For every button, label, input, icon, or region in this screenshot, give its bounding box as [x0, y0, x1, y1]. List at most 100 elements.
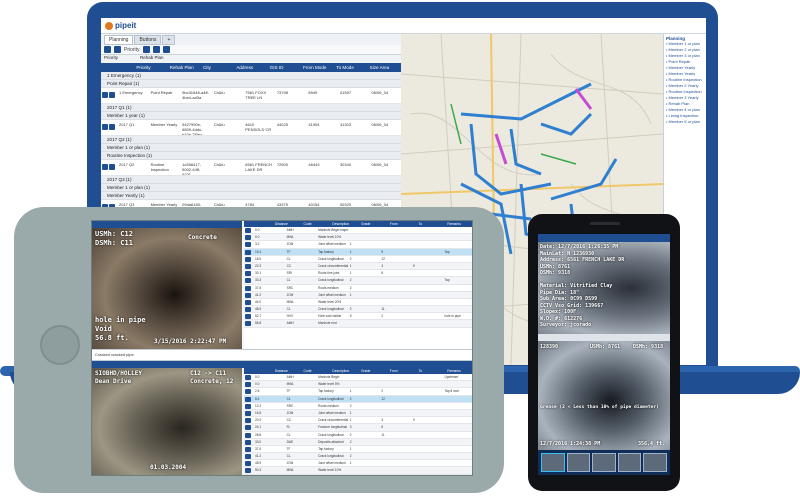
snapshot-icon[interactable]: [245, 410, 251, 416]
grid-column-header[interactable]: Rehab Plan: [168, 63, 201, 72]
grid-group-row[interactable]: Member 1 or plan (1): [101, 144, 401, 152]
snapshot-icon[interactable]: [245, 418, 251, 424]
snapshot-icon[interactable]: [245, 432, 251, 438]
thumbnail-5[interactable]: [643, 453, 667, 472]
snapshot-icon[interactable]: [245, 292, 251, 298]
bottom-table-row[interactable]: 2.6 TF Tap factory 1 2 Tap 8 inch: [244, 388, 472, 396]
snapshot-icon[interactable]: [245, 285, 251, 291]
snapshot-icon[interactable]: [245, 242, 251, 248]
snapshot-icon[interactable]: [245, 403, 251, 409]
refresh-icon[interactable]: [104, 46, 111, 53]
grid-group-row[interactable]: Point Repair (1): [101, 80, 401, 88]
snapshot-icon[interactable]: [245, 375, 251, 380]
tab-buttons[interactable]: Buttons: [134, 35, 162, 45]
grid-tab-rehab-plan[interactable]: Rehab Plan: [140, 55, 164, 63]
grid-group-row[interactable]: 2017 Q3 (1): [101, 176, 401, 184]
search-icon[interactable]: [142, 46, 150, 53]
snapshot-icon[interactable]: [245, 382, 251, 388]
bottom-table-row[interactable]: 20.2 CC Crack circumferential 1 3 9: [244, 417, 472, 425]
tab-planning[interactable]: Planning: [104, 35, 134, 45]
table-row[interactable]: 1 Emergency Point Repair 9bc31648-a4ff-4be…: [101, 88, 401, 104]
grid-group-row[interactable]: Member 1 or plan (1): [101, 184, 401, 192]
phone-video-bottom[interactable]: 128390 USMh: 8761 DSMh: 9318 Grease (2 <…: [538, 341, 670, 450]
top-table-row[interactable]: 37.5 SRC Roots medium 2: [244, 285, 472, 292]
edit-icon[interactable]: [152, 46, 160, 53]
bottom-table-row[interactable]: 37.6 TF Tap factory 1: [244, 446, 472, 454]
grid-group-row[interactable]: Member Yearly (1): [101, 192, 401, 200]
edit-icon[interactable]: [102, 164, 108, 170]
snapshot-icon[interactable]: [245, 256, 251, 262]
edit-icon[interactable]: [102, 124, 108, 130]
settings-icon[interactable]: [162, 46, 170, 53]
bottom-table-row[interactable]: 45.9 JOM Joint offset medium 1: [244, 460, 472, 468]
thumbnail-4[interactable]: [617, 453, 642, 472]
grid-column-header[interactable]: GIS ID: [268, 63, 301, 72]
grid-column-header[interactable]: City: [201, 63, 234, 72]
top-table-row[interactable]: 0.0 AMH Manhole Begin Inspection: [244, 227, 472, 235]
top-table-row[interactable]: 30.1 SRI Roots fine joint 1 6: [244, 270, 472, 278]
edit-icon[interactable]: [102, 92, 108, 98]
bottom-table-row[interactable]: 41.2 CL Crack longitudinal 2: [244, 453, 472, 461]
top-table-row[interactable]: 33.3 CL Crack longitudinal 2 Tap: [244, 277, 472, 285]
snapshot-icon[interactable]: [245, 307, 251, 313]
snapshot-icon[interactable]: [245, 228, 251, 233]
top-table-row[interactable]: 18.5 CL Crack longitudinal 2 12: [244, 256, 472, 263]
snapshot-icon[interactable]: [245, 278, 251, 284]
top-table-row[interactable]: 48.9 CL Crack longitudinal 2 11: [244, 306, 472, 314]
grid-tab-priority[interactable]: Priority: [104, 55, 118, 63]
snapshot-icon[interactable]: [245, 314, 251, 320]
top-table-row[interactable]: 56.8 AMH Manhole end: [244, 320, 472, 328]
top-table-row[interactable]: 44.0 MWL Water level 20%: [244, 299, 472, 307]
view-icon[interactable]: [109, 164, 115, 170]
snapshot-icon[interactable]: [245, 439, 251, 445]
snapshot-icon[interactable]: [245, 249, 251, 255]
table-row[interactable]: 2017 Q2 Routine Inspection 1c558417-5002-4…: [101, 160, 401, 176]
grid-column-header[interactable]: To Mode: [334, 63, 367, 72]
top-table-row[interactable]: 0.0 MWL Water level 10%: [244, 234, 472, 242]
snapshot-icon[interactable]: [245, 425, 251, 431]
thumbnail-2[interactable]: [566, 453, 591, 472]
table-row[interactable]: 2017 Q1 Member Yearly 5427990e-6809-4ddu-b…: [101, 120, 401, 136]
grid-column-header[interactable]: From Mode: [301, 63, 334, 72]
grid-column-header[interactable]: Address: [234, 63, 267, 72]
snapshot-icon[interactable]: [245, 446, 251, 452]
view-icon[interactable]: [109, 124, 115, 130]
bottom-table-row[interactable]: 0.0 MWL Water level 5%: [244, 381, 472, 389]
bottom-table-row[interactable]: 8.4 CL Crack longitudinal 2 12: [244, 395, 472, 403]
tab-add[interactable]: +: [162, 35, 176, 45]
grid-group-row[interactable]: Member 1 year (1): [101, 112, 401, 120]
priority-dropdown[interactable]: Priority: [124, 47, 140, 53]
phone-video-top[interactable]: Date: 12/7/2016 1:26:35 PM MainLat: N 123…: [538, 242, 670, 334]
top-table-row[interactable]: 22.3 CC Crack circumferential 1 3 9: [244, 262, 472, 271]
snapshot-icon[interactable]: [245, 321, 251, 327]
bottom-table-row[interactable]: 12.3 SRC Roots medium 2: [244, 403, 472, 410]
snapshot-icon[interactable]: [245, 461, 251, 467]
bottom-table-row[interactable]: 24.1 FL Fracture longitudinal 3 6: [244, 424, 472, 432]
tablet-home-button[interactable]: [40, 325, 80, 365]
top-table-row[interactable]: 3.2 JOM Joint offset medium 1: [244, 241, 472, 249]
legend-item[interactable]: • Member 5 or plan: [666, 119, 704, 125]
snapshot-icon[interactable]: [245, 263, 251, 269]
phone-playback-bar[interactable]: [538, 334, 670, 341]
top-table-row[interactable]: 41.2 JOM Joint offset medium 1: [244, 291, 472, 299]
filter-icon[interactable]: [114, 46, 121, 53]
bottom-table-row[interactable]: 50.3 MWL Water level 10%: [244, 467, 472, 475]
snapshot-icon[interactable]: [245, 271, 251, 277]
snapshot-icon[interactable]: [245, 299, 251, 305]
view-icon[interactable]: [109, 92, 115, 98]
snapshot-icon[interactable]: [245, 468, 251, 474]
bottom-table-row[interactable]: 0.0 AMH Manhole Begin Upstream: [244, 374, 472, 382]
bottom-inspection-video[interactable]: SIOBHD/HOLLEY Dean Drive C12 -> C11 Conc…: [92, 368, 242, 475]
grid-column-header[interactable]: Priority: [134, 63, 167, 72]
snapshot-icon[interactable]: [245, 389, 251, 395]
grid-group-row[interactable]: 1 Emergency (1): [101, 72, 401, 80]
thumbnail-3[interactable]: [592, 453, 616, 472]
top-table-row[interactable]: 15.4 TF Tap factory 1 9 Tap: [244, 248, 472, 256]
grid-group-row[interactable]: 2017 Q1 (1): [101, 104, 401, 112]
bottom-table-row[interactable]: 28.8 CL Crack longitudinal 2 11: [244, 432, 472, 439]
snapshot-icon[interactable]: [245, 396, 251, 402]
bottom-table-row[interactable]: 16.5 JOM Joint offset medium 1: [244, 409, 472, 418]
bottom-table-row[interactable]: 54.7CCCrack circumferential1: [244, 475, 472, 476]
top-table-row[interactable]: 52.7 HVV Hole void visible 5 2 hole in pipe: [244, 313, 472, 321]
snapshot-icon[interactable]: [245, 454, 251, 460]
